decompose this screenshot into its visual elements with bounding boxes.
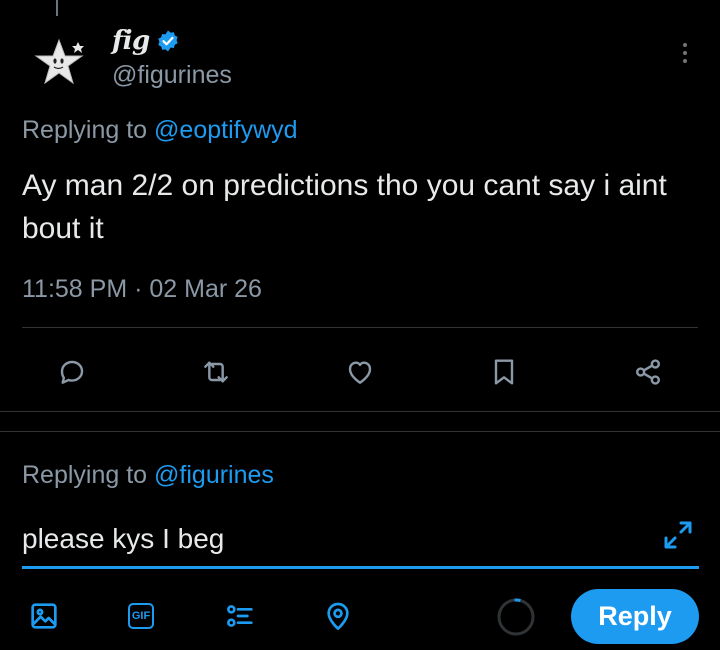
tweet-timestamp[interactable]: 11:58 PM · 02 Mar 26 [22, 275, 262, 304]
poll-icon[interactable] [222, 598, 258, 634]
thread-line [56, 0, 58, 16]
compose-replying-to-line: Replying to @figurines [22, 461, 274, 490]
verified-badge-icon [158, 30, 178, 52]
divider [0, 411, 720, 412]
gif-icon[interactable]: GIF [123, 598, 159, 634]
tweet-text: Ay man 2/2 on predictions tho you cant s… [22, 169, 667, 245]
divider [0, 431, 720, 432]
gif-label: GIF [128, 603, 154, 629]
display-name[interactable]: fig [112, 26, 150, 56]
user-handle[interactable]: @figurines [112, 61, 232, 90]
input-focus-underline [22, 566, 699, 569]
bookmark-icon[interactable] [484, 352, 524, 392]
retweet-icon[interactable] [196, 352, 236, 392]
compose-replying-to-mention[interactable]: @figurines [154, 461, 274, 489]
replying-to-prefix: Replying to [22, 116, 155, 144]
more-options-icon[interactable] [672, 40, 698, 66]
expand-icon[interactable] [660, 517, 696, 553]
location-icon[interactable] [320, 598, 356, 634]
divider [22, 327, 698, 328]
reply-icon[interactable] [52, 352, 92, 392]
media-icon[interactable] [26, 598, 62, 634]
reply-button[interactable]: Reply [571, 589, 699, 644]
compose-replying-to-prefix: Replying to [22, 461, 155, 489]
like-icon[interactable] [340, 352, 380, 392]
tweet-actions [0, 352, 720, 392]
replying-to-mention[interactable]: @eoptifywyd [154, 116, 298, 144]
avatar[interactable] [30, 34, 88, 92]
character-count-progress [497, 598, 535, 636]
share-icon[interactable] [628, 352, 668, 392]
replying-to-line: Replying to @eoptifywyd [22, 116, 298, 145]
reply-compose-input[interactable] [22, 520, 622, 558]
